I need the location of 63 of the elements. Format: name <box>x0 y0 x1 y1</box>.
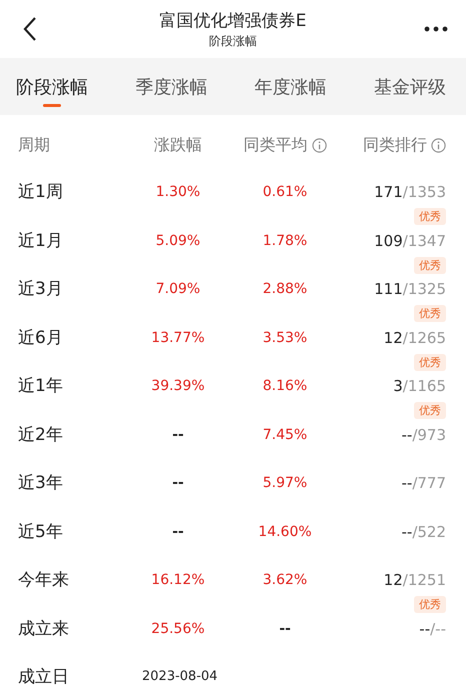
period-label: 今年来 <box>18 569 70 592</box>
average-value: 8.16% <box>262 377 308 396</box>
change-value: -- <box>171 522 185 542</box>
rank-value: 109/1347 <box>374 230 446 252</box>
average-value: 3.62% <box>262 571 308 590</box>
rank-value: 3/1165 <box>393 376 446 397</box>
tab[interactable]: 季度涨幅 <box>135 68 208 104</box>
change-value: 1.30% <box>154 183 202 202</box>
period-label: 近1年 <box>18 375 64 398</box>
change-value: 7.09% <box>154 280 202 299</box>
more-dots-icon <box>424 26 448 32</box>
average-value: 0.61% <box>262 183 308 202</box>
info-icon[interactable] <box>431 138 446 152</box>
period-label: 成立来 <box>18 618 70 640</box>
average-value: 5.97% <box>262 474 308 493</box>
change-value: -- <box>171 426 185 444</box>
tab[interactable]: 年度涨幅 <box>254 68 327 104</box>
column-header: 周期 <box>18 134 50 156</box>
rank-value: --/777 <box>401 473 446 494</box>
average-value: 1.78% <box>262 232 308 250</box>
average-value: 3.53% <box>262 328 308 348</box>
page-subtitle: 阶段涨幅 <box>209 33 257 49</box>
rank-value: 171/1353 <box>374 182 446 203</box>
column-header: 涨跌幅 <box>154 134 202 156</box>
period-label: 近6月 <box>18 326 64 350</box>
change-value: -- <box>171 474 185 493</box>
period-label: 近1周 <box>18 181 64 204</box>
rating-tag: 优秀 <box>414 256 446 274</box>
average-value: 7.45% <box>262 426 308 444</box>
period-label: 成立日 <box>18 666 70 689</box>
rank-value: --/-- <box>419 618 446 640</box>
average-value: 2.88% <box>262 280 308 299</box>
rank-value: --/522 <box>401 522 446 542</box>
rating-tag: 优秀 <box>414 305 446 322</box>
period-label: 近3年 <box>18 472 64 495</box>
period-label: 近3月 <box>18 278 64 301</box>
active-tab-underline <box>43 104 61 106</box>
info-icon[interactable] <box>312 138 326 152</box>
change-value: 5.09% <box>154 232 202 250</box>
rating-tag: 优秀 <box>414 596 446 613</box>
inception-date: 2023-08-04 <box>141 668 219 686</box>
column-header: 同类排行 <box>363 134 427 156</box>
change-value: 25.56% <box>150 620 206 638</box>
average-value: -- <box>278 620 292 638</box>
rank-value: 111/1325 <box>374 279 446 300</box>
change-value: 13.77% <box>150 328 206 348</box>
rank-value: 12/1251 <box>384 570 446 591</box>
rating-tag: 优秀 <box>414 354 446 370</box>
rank-value: --/973 <box>401 424 446 446</box>
period-label: 近1月 <box>18 230 64 252</box>
change-value: 16.12% <box>150 571 206 590</box>
page-title: 富国优化增强债券E <box>160 10 306 33</box>
tab[interactable]: 基金评级 <box>374 68 446 104</box>
column-header: 同类平均 <box>244 134 308 156</box>
tab[interactable]: 阶段涨幅 <box>16 68 88 104</box>
rating-tag: 优秀 <box>414 208 446 225</box>
back-chevron-icon <box>22 16 38 42</box>
period-label: 近2年 <box>18 424 64 446</box>
average-value: 14.60% <box>257 522 313 542</box>
change-value: 39.39% <box>150 377 206 396</box>
rating-tag: 优秀 <box>414 402 446 419</box>
period-label: 近5年 <box>18 520 64 544</box>
rank-value: 12/1265 <box>384 328 446 348</box>
